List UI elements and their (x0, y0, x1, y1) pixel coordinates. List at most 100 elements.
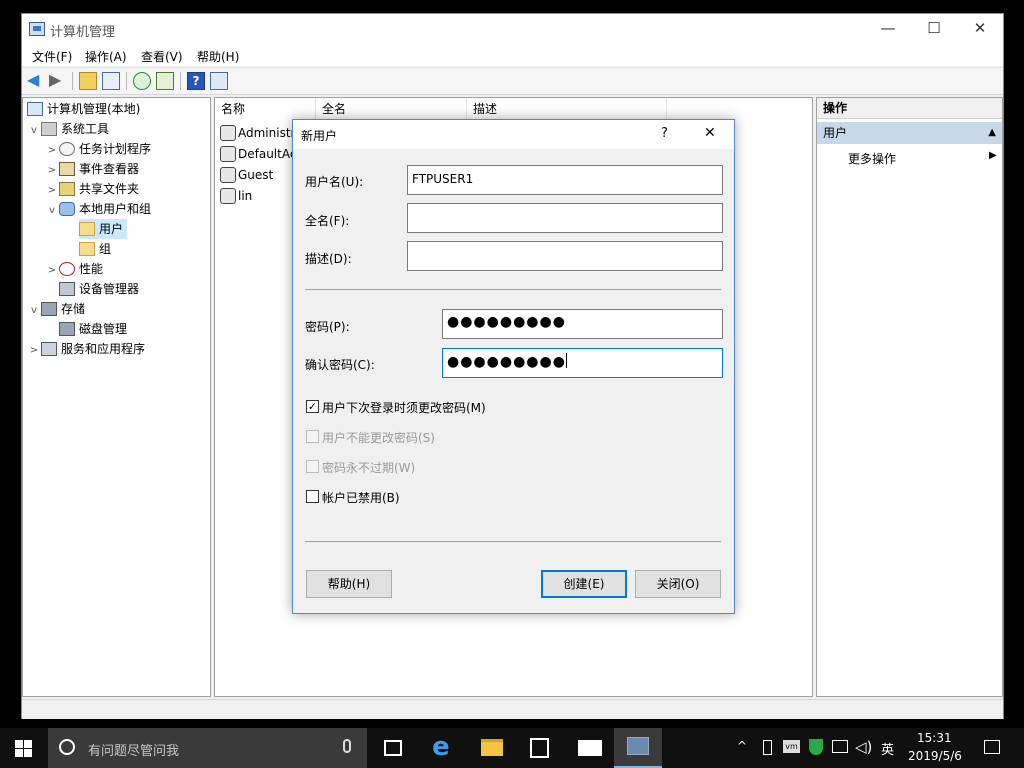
console-tree: 计算机管理(本地) v 系统工具 > 任务计划程序 > 事件查看器 > 共享文件夹 v 本… (22, 97, 211, 697)
column-header-name[interactable]: 名称 (215, 98, 316, 120)
show-hide-action-pane-icon[interactable] (210, 72, 228, 90)
chevron-down-icon[interactable]: v (27, 301, 41, 321)
description-label: 描述(D): (305, 252, 352, 266)
vmware-tools-icon[interactable]: vm (783, 740, 800, 753)
ime-indicator[interactable]: 英 (881, 739, 894, 758)
action-center-icon[interactable] (984, 740, 1000, 754)
mail-icon[interactable] (578, 740, 602, 756)
user-icon (220, 125, 236, 141)
dialog-title-bar[interactable]: 新用户 ? ✕ (293, 120, 734, 149)
tree-item-disk-management[interactable]: 磁盘管理 (59, 319, 127, 339)
chevron-right-icon[interactable]: > (45, 141, 59, 161)
column-header-description[interactable]: 描述 (467, 98, 667, 120)
confirm-password-label: 确认密码(C): (305, 358, 375, 372)
minimize-button[interactable]: — (865, 14, 911, 44)
tree-item-device-manager[interactable]: 设备管理器 (59, 279, 139, 299)
tree-item-services-apps[interactable]: > 服务和应用程序 (27, 339, 145, 359)
tree-label-system-tools: 系统工具 (61, 122, 110, 136)
tree-label-local-users-groups: 本地用户和组 (79, 202, 152, 216)
microphone-icon[interactable] (343, 739, 351, 753)
tree-item-users[interactable]: 用户 (79, 219, 128, 239)
account-disabled-checkbox[interactable] (306, 490, 319, 503)
taskbar: 有问题尽管问我 e ^ vm ◁) 英 15:31 2019/5/6 (0, 728, 1024, 768)
volume-icon[interactable]: ◁) (855, 738, 872, 756)
forward-arrow-icon[interactable]: ▶ (49, 72, 67, 90)
search-box[interactable]: 有问题尽管问我 (48, 728, 367, 768)
list-item[interactable]: DefaultAc (220, 144, 296, 164)
edge-icon[interactable]: e (432, 733, 450, 761)
cannot-change-password-checkbox[interactable] (306, 430, 319, 443)
tree-item-event-viewer[interactable]: > 事件查看器 (45, 159, 139, 179)
task-view-icon[interactable] (384, 740, 402, 756)
tree-item-shared-folders[interactable]: > 共享文件夹 (45, 179, 139, 199)
tree-label-shared-folders: 共享文件夹 (79, 182, 140, 196)
tools-icon (41, 122, 57, 136)
tree-item-local-users-groups[interactable]: v 本地用户和组 (45, 199, 151, 219)
store-icon[interactable] (530, 738, 549, 758)
export-list-icon[interactable] (156, 72, 174, 90)
file-explorer-icon[interactable] (481, 739, 503, 756)
chevron-right-icon[interactable]: > (45, 161, 59, 181)
back-arrow-icon[interactable]: ◀ (27, 72, 45, 90)
close-dialog-button[interactable]: 关闭(O) (635, 570, 721, 598)
password-never-expires-checkbox[interactable] (306, 460, 319, 473)
list-item[interactable]: Administr (220, 123, 295, 143)
chevron-right-icon[interactable]: > (27, 341, 41, 361)
user-icon (220, 167, 236, 183)
clock-date[interactable]: 2019/5/6 (908, 749, 962, 763)
menu-file[interactable]: 文件(F) (32, 48, 72, 65)
clock-time[interactable]: 15:31 (917, 731, 952, 745)
menu-view[interactable]: 查看(V) (141, 48, 183, 65)
password-field[interactable]: ●●●●●●●●● (442, 309, 723, 339)
menu-action[interactable]: 操作(A) (85, 48, 127, 65)
refresh-icon[interactable] (133, 72, 151, 90)
description-field[interactable] (407, 241, 723, 271)
more-actions-link[interactable]: 更多操作 (848, 150, 896, 167)
chevron-down-icon[interactable]: v (27, 121, 41, 141)
must-change-password-checkbox[interactable]: ✓ (306, 400, 319, 413)
password-label: 密码(P): (305, 320, 350, 334)
help-button[interactable]: 帮助(H) (306, 570, 392, 598)
tree-item-system-tools[interactable]: v 系统工具 (27, 119, 109, 139)
username-label: 用户名(U): (305, 175, 364, 189)
tree-label-groups: 组 (99, 242, 112, 256)
dialog-help-icon[interactable]: ? (661, 126, 668, 141)
tree-item-storage[interactable]: v 存储 (27, 299, 85, 319)
username-field[interactable]: FTPUSER1 (407, 165, 723, 195)
tree-item-performance[interactable]: > 性能 (45, 259, 103, 279)
list-item-label: DefaultAc (238, 147, 297, 161)
create-button[interactable]: 创建(E) (541, 570, 627, 598)
tree-item-task-scheduler[interactable]: > 任务计划程序 (45, 139, 151, 159)
chevron-down-icon[interactable]: v (45, 201, 59, 221)
column-header-fullname[interactable]: 全名 (316, 98, 467, 120)
tree-label-task-scheduler: 任务计划程序 (79, 142, 152, 156)
title-bar[interactable]: 计算机管理 — ☐ ✕ (22, 14, 1003, 44)
up-folder-icon[interactable] (79, 72, 97, 90)
actions-section-users[interactable]: 用户 ▲ (817, 122, 1002, 144)
folder-icon (79, 242, 95, 256)
fullname-field[interactable] (407, 203, 723, 233)
show-hide-tree-icon[interactable] (102, 72, 120, 90)
actions-pane: 操作 用户 ▲ 更多操作 ▶ (816, 97, 1003, 697)
close-button[interactable]: ✕ (957, 14, 1003, 44)
defender-shield-icon[interactable] (809, 739, 823, 755)
menu-help[interactable]: 帮助(H) (197, 48, 239, 65)
show-hidden-icons-icon[interactable]: ^ (737, 739, 747, 753)
chevron-right-icon[interactable]: > (45, 181, 59, 201)
windows-start-icon[interactable] (15, 740, 32, 757)
maximize-button[interactable]: ☐ (911, 14, 957, 44)
taskbar-computer-management[interactable] (614, 728, 662, 768)
tree-item-root[interactable]: 计算机管理(本地) (27, 99, 140, 119)
collapse-up-icon[interactable]: ▲ (988, 122, 996, 144)
usb-device-icon[interactable] (763, 740, 772, 755)
tree-item-groups[interactable]: 组 (79, 239, 111, 259)
list-item[interactable]: Guest (220, 165, 273, 185)
chevron-right-icon[interactable]: > (45, 261, 59, 281)
dialog-close-icon[interactable]: ✕ (704, 125, 716, 141)
help-icon[interactable]: ? (187, 72, 205, 90)
network-icon[interactable] (832, 740, 848, 753)
confirm-password-field[interactable]: ●●●●●●●●● (442, 348, 723, 378)
list-item[interactable]: lin (220, 186, 252, 206)
text-cursor (565, 353, 567, 368)
storage-icon (41, 302, 57, 316)
